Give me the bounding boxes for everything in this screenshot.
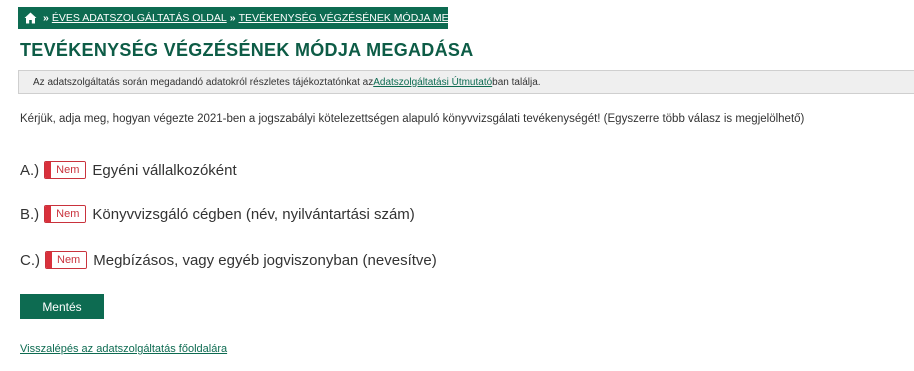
info-text-suffix: ban találja.	[492, 76, 541, 88]
guide-link[interactable]: Adatszolgáltatási Útmutató	[373, 77, 492, 88]
option-a-toggle[interactable]: Nem	[44, 161, 87, 179]
option-a: A.) Nem Egyéni vállalkozóként	[20, 161, 237, 179]
option-label: Megbízásos, vagy egyéb jogviszonyban (ne…	[93, 251, 437, 269]
option-letter: C.)	[20, 251, 40, 269]
breadcrumb-separator: »	[43, 12, 49, 24]
home-icon[interactable]	[24, 12, 37, 24]
breadcrumb: » ÉVES ADATSZOLGÁLTATÁS OLDAL » TEVÉKENY…	[18, 7, 492, 29]
option-label: Egyéni vállalkozóként	[92, 161, 237, 179]
option-c-toggle[interactable]: Nem	[45, 251, 88, 269]
option-label: Könyvvizsgáló cégben (név, nyilvántartás…	[92, 205, 415, 223]
option-b-toggle[interactable]: Nem	[44, 205, 87, 223]
page-title: TEVÉKENYSÉG VÉGZÉSÉNEK MÓDJA MEGADÁSA	[20, 40, 474, 60]
save-button[interactable]: Mentés	[20, 294, 104, 319]
info-box: Az adatszolgáltatás során megadandó adat…	[18, 70, 914, 94]
breadcrumb-link-activity-mode[interactable]: TEVÉKENYSÉG VÉGZÉSÉNEK MÓDJA MEGADÁSA	[239, 12, 493, 24]
toggle-label: Nem	[51, 206, 86, 222]
back-to-main-link[interactable]: Visszalépés az adatszolgáltatás főoldalá…	[20, 343, 227, 355]
question-text: Kérjük, adja meg, hogyan végezte 2021-be…	[20, 113, 805, 125]
option-c: C.) Nem Megbízásos, vagy egyéb jogviszon…	[20, 251, 437, 269]
option-letter: B.)	[20, 205, 40, 223]
info-text-prefix: Az adatszolgáltatás során megadandó adat…	[33, 76, 374, 88]
option-b: B.) Nem Könyvvizsgáló cégben (név, nyilv…	[20, 205, 415, 223]
toggle-label: Nem	[51, 162, 86, 178]
page: » ÉVES ADATSZOLGÁLTATÁS OLDAL » TEVÉKENY…	[0, 0, 914, 371]
toggle-label: Nem	[52, 252, 87, 268]
breadcrumb-link-annual-reporting[interactable]: ÉVES ADATSZOLGÁLTATÁS OLDAL	[52, 12, 227, 24]
option-letter: A.)	[20, 161, 40, 179]
breadcrumb-separator: »	[229, 12, 236, 24]
